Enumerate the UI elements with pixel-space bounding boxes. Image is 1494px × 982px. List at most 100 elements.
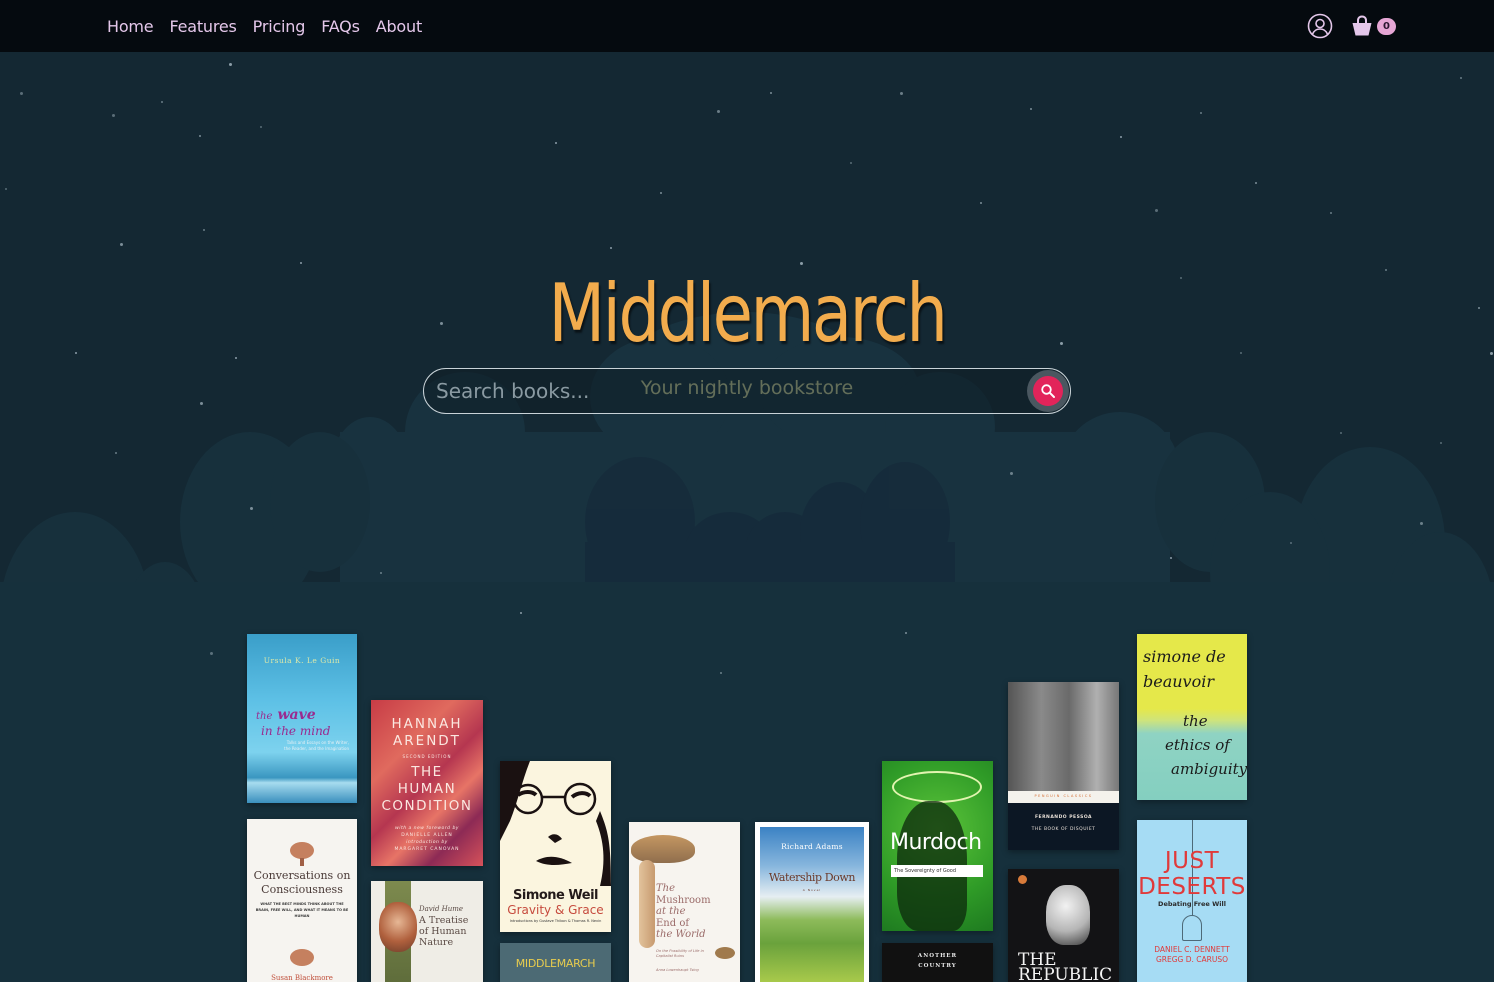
title-line: THE bbox=[411, 764, 443, 780]
hero-night-sky: Middlemarch Your nightly bookstore bbox=[0, 52, 1494, 982]
book-title: MIDDLEMARCH bbox=[515, 957, 596, 970]
book-edition: Second Edition bbox=[402, 754, 452, 759]
book-title: The Sovereignty of Good bbox=[891, 865, 983, 877]
star bbox=[1478, 307, 1480, 309]
star bbox=[20, 92, 23, 95]
credit-line: Margaret Canovan bbox=[394, 847, 460, 852]
star bbox=[112, 114, 115, 117]
title-line: The bbox=[656, 883, 676, 894]
book-title: A Treatise of Human Nature bbox=[419, 915, 468, 948]
star bbox=[905, 632, 907, 634]
nav-link-about[interactable]: About bbox=[376, 17, 423, 36]
star bbox=[1340, 432, 1342, 434]
mushroom-cap bbox=[631, 835, 695, 863]
book-title: The Mushroom at the End of the World bbox=[656, 883, 711, 941]
series-label: Penguin Classics bbox=[1034, 794, 1093, 798]
title-line: at the bbox=[656, 906, 686, 917]
halo bbox=[892, 771, 982, 803]
title-line: ethics of bbox=[1165, 736, 1230, 754]
book-cover-the-human-condition[interactable]: Hannah Arendt Second Edition THE HUMAN C… bbox=[371, 700, 483, 866]
star bbox=[1030, 108, 1032, 110]
star bbox=[770, 92, 772, 94]
title-line: wave bbox=[277, 707, 316, 723]
mushroom-stem bbox=[639, 860, 655, 948]
cart-count-badge: 0 bbox=[1377, 17, 1396, 35]
book-title: The Book of Disquiet bbox=[1031, 827, 1096, 832]
book-cover-watership-down[interactable]: Richard Adams Watership Down A Novel bbox=[755, 822, 869, 982]
book-title: Watership Down bbox=[768, 871, 856, 884]
cover-photo bbox=[1008, 682, 1119, 791]
star bbox=[1255, 182, 1257, 184]
book-cover-a-treatise-of-human-nature[interactable]: David Hume A Treatise of Human Nature bbox=[371, 881, 483, 982]
search-icon bbox=[1041, 384, 1055, 398]
nav-link-features[interactable]: Features bbox=[169, 17, 236, 36]
title-line: of Human bbox=[419, 926, 467, 937]
birdcage-icon bbox=[1182, 915, 1202, 941]
book-cover-conversations-on-consciousness[interactable]: Conversations on Consciousness What the … bbox=[247, 819, 357, 982]
star bbox=[229, 63, 232, 66]
book-cover-sovereignty-of-good[interactable]: Murdoch The Sovereignty of Good bbox=[882, 761, 993, 931]
brain-image bbox=[290, 949, 314, 966]
book-subtitle: Debating Free Will bbox=[1158, 900, 1226, 908]
title-line: Consciousness bbox=[261, 883, 343, 896]
book-subtitle: A Novel bbox=[802, 888, 822, 892]
star bbox=[555, 142, 557, 144]
book-cover-ethics-of-ambiguity[interactable]: simone de beauvoir the ethics of ambigui… bbox=[1137, 634, 1247, 800]
star bbox=[210, 652, 213, 655]
title-line: CONDITION bbox=[381, 798, 473, 814]
portrait-illustration bbox=[500, 761, 611, 886]
book-cover-middlemarch[interactable]: MIDDLEMARCH bbox=[500, 943, 611, 982]
book-cover-wave-in-the-mind[interactable]: Ursula K. Le Guin the wave in the mind T… bbox=[247, 634, 357, 803]
book-cover-gravity-and-grace[interactable]: Simone Weil Gravity & Grace Introduction… bbox=[500, 761, 611, 932]
book-author: David Hume bbox=[419, 905, 464, 913]
nav-link-home[interactable]: Home bbox=[107, 17, 154, 36]
cart-button[interactable]: 0 bbox=[1350, 14, 1396, 38]
book-title: THE HUMAN CONDITION bbox=[371, 764, 483, 815]
book-cover-mushroom-at-the-end-of-the-world[interactable]: The Mushroom at the End of the World On … bbox=[629, 822, 740, 982]
star bbox=[1385, 269, 1387, 271]
site-title: Middlemarch bbox=[548, 267, 948, 360]
star bbox=[5, 188, 7, 190]
nav-link-pricing[interactable]: Pricing bbox=[253, 17, 306, 36]
star bbox=[1170, 557, 1172, 559]
title-line: in the mind bbox=[261, 724, 331, 738]
book-title: ANOTHER COUNTRY bbox=[882, 951, 993, 971]
book-subtitle: What the best minds think about the brai… bbox=[255, 902, 349, 918]
star bbox=[980, 202, 982, 204]
shopping-basket-icon bbox=[1352, 15, 1372, 36]
book-author: Murdoch bbox=[890, 830, 982, 855]
title-line: the bbox=[1183, 712, 1208, 730]
search-button[interactable] bbox=[1027, 370, 1069, 412]
book-author: Richard Adams bbox=[781, 842, 843, 851]
star bbox=[250, 507, 253, 510]
search-input[interactable] bbox=[436, 375, 1016, 407]
nav-link-faqs[interactable]: FAQs bbox=[321, 17, 360, 36]
star bbox=[1490, 352, 1493, 355]
user-circle-icon[interactable] bbox=[1307, 13, 1333, 39]
book-credits: with a new foreword by Danielle Allen in… bbox=[371, 825, 483, 853]
book-cover-another-country[interactable]: ANOTHER COUNTRY bbox=[882, 943, 993, 982]
book-subtitle: Talks and Essays on the Writer, the Read… bbox=[284, 740, 349, 751]
title-line: Nature bbox=[419, 937, 454, 948]
star bbox=[660, 192, 662, 194]
star bbox=[200, 402, 203, 405]
star bbox=[1440, 442, 1442, 444]
star bbox=[380, 572, 382, 574]
star bbox=[1010, 472, 1013, 475]
book-author: Susan Blackmore bbox=[271, 974, 333, 982]
book-title: Gravity & Grace bbox=[507, 903, 604, 917]
star bbox=[1290, 542, 1292, 544]
title-line: JUST bbox=[1164, 848, 1220, 874]
book-cover-just-deserts[interactable]: JUST DESERTS Debating Free Will DANIEL C… bbox=[1137, 820, 1247, 982]
book-cover-the-republic[interactable]: THE REPUBLIC bbox=[1008, 869, 1119, 982]
book-authors: DANIEL C. DENNETT GREGG D. CARUSO bbox=[1137, 945, 1247, 965]
book-subtitle: On the Possibility of Life in Capitalist… bbox=[656, 949, 704, 958]
title-line: A Treatise bbox=[419, 915, 469, 926]
portrait-image bbox=[379, 902, 417, 952]
top-navigation: Home Features Pricing FAQs About 0 bbox=[0, 0, 1494, 52]
nav-links: Home Features Pricing FAQs About bbox=[107, 0, 422, 52]
book-cover-book-of-disquiet[interactable]: Penguin Classics Fernando Pessoa The Boo… bbox=[1008, 682, 1119, 850]
star bbox=[717, 110, 720, 113]
credit-line: with a new foreword by bbox=[395, 826, 459, 831]
star bbox=[720, 672, 722, 674]
